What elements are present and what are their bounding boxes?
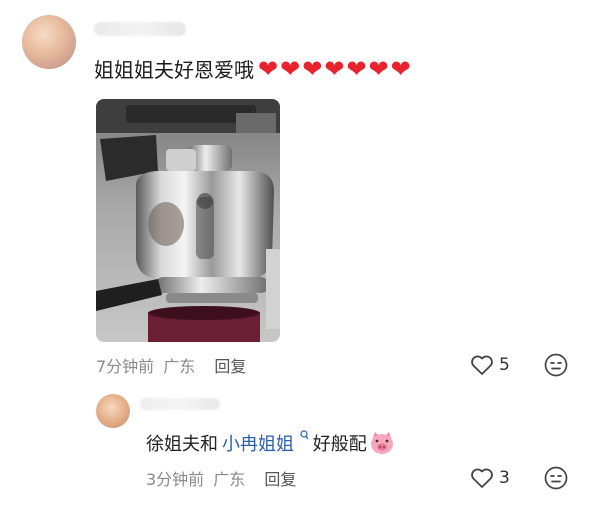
comment-meta: 7分钟前 广东 回复 [96,353,246,377]
timestamp: 3分钟前 [146,470,205,489]
like-button[interactable] [470,354,494,380]
mention-link[interactable]: 小冉姐姐 [222,430,309,456]
avatar[interactable] [22,15,76,69]
search-icon [300,430,309,440]
heart-icon: ❤ [258,54,279,83]
timestamp: 7分钟前 [96,357,155,376]
avatar[interactable] [96,394,130,428]
like-count: 3 [499,468,510,488]
unamused-face-icon [544,466,568,490]
heart-icon: ❤ [324,54,345,83]
reply-button[interactable]: 回复 [264,470,296,489]
reply-prefix: 徐姐夫和 [146,434,218,455]
heart-icon: ❤ [280,54,301,83]
dislike-button[interactable] [544,353,568,381]
pig-face-icon [370,432,393,454]
heart-icon: ❤ [390,54,411,83]
espresso-machine-image [96,99,280,342]
username-blurred[interactable] [140,398,220,410]
like-button[interactable] [470,467,494,493]
like-count: 5 [499,355,510,375]
location: 广东 [213,470,246,489]
dislike-button[interactable] [544,466,568,494]
reply-meta: 3分钟前 广东 回复 [146,466,296,490]
heart-outline-icon [471,468,493,488]
reply-suffix: 好般配 [312,434,367,455]
reply-text: 徐姐夫和 小冉姐姐 好般配 [146,430,395,456]
location: 广东 [163,357,196,376]
unamused-face-icon [544,353,568,377]
comment-text: 姐姐姐夫好恩爱哦 ❤ ❤ ❤ ❤ ❤ ❤ ❤ [94,54,411,83]
heart-icon: ❤ [346,54,367,83]
mention-name: 小冉姐姐 [222,434,294,455]
comment-photo[interactable] [96,99,280,342]
heart-icon: ❤ [368,54,389,83]
comment-body: 姐姐姐夫好恩爱哦 [94,58,254,82]
reply-button[interactable]: 回复 [214,357,246,376]
heart-outline-icon [471,355,493,375]
username-blurred[interactable] [94,22,186,36]
heart-icon: ❤ [302,54,323,83]
heart-emoji-group: ❤ ❤ ❤ ❤ ❤ ❤ ❤ [258,57,411,81]
